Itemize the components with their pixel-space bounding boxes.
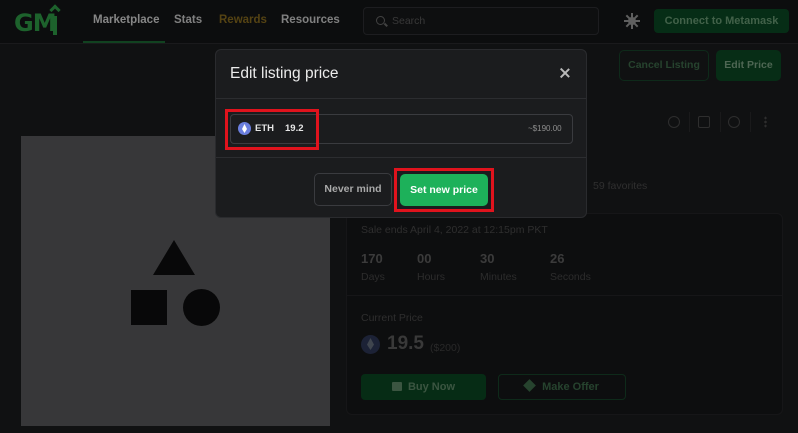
never-mind-button[interactable]: Never mind [314,173,392,206]
divider [216,157,586,158]
close-icon[interactable] [559,67,571,79]
divider [216,98,586,99]
usd-estimate: ~$190.00 [528,124,562,133]
modal-title: Edit listing price [230,65,339,82]
highlight-box [225,109,319,150]
highlight-box [394,168,494,212]
